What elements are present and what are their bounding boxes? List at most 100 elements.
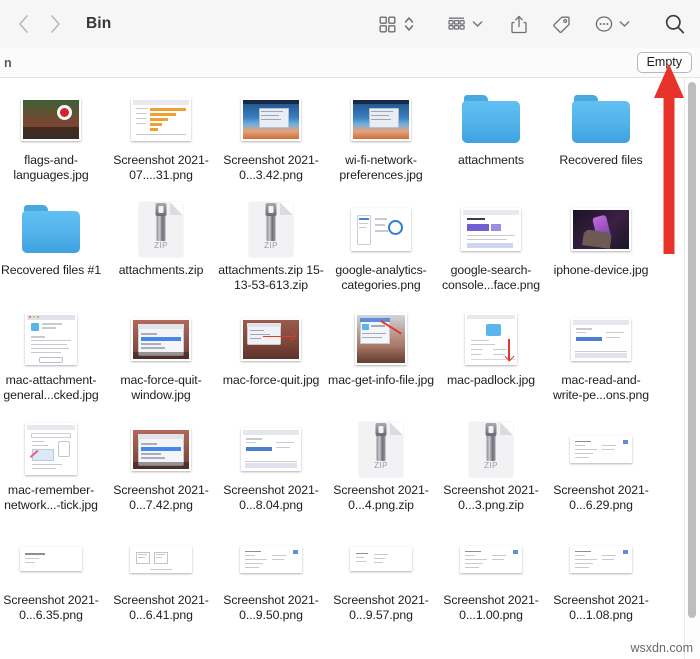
grid-view-icon — [379, 16, 396, 33]
file-item[interactable]: ZIP Screenshot 2021-0...3.png.zip — [436, 416, 546, 526]
group-items-button[interactable] — [447, 16, 483, 33]
file-label: Screenshot 2021-0...4.png.zip — [333, 483, 429, 512]
file-label: Screenshot 2021-0...6.41.png — [113, 593, 209, 622]
file-thumbnail: ZIP — [106, 196, 216, 262]
file-item[interactable]: ZIP Screenshot 2021-0...4.png.zip — [326, 416, 436, 526]
icon-view-button[interactable] — [379, 15, 414, 33]
file-thumbnail — [326, 86, 436, 152]
screenshot-thumbnail — [25, 313, 77, 365]
file-item[interactable]: Screenshot 2021-0...8.04.png — [216, 416, 326, 526]
watermark: wsxdn.com — [630, 641, 693, 655]
file-thumbnail — [326, 526, 436, 592]
file-thumbnail — [326, 306, 436, 372]
file-item[interactable]: mac-get-info-file.jpg — [326, 306, 436, 416]
file-thumbnail — [0, 306, 106, 372]
file-item[interactable]: mac-padlock.jpg — [436, 306, 546, 416]
file-thumbnail — [216, 526, 326, 592]
empty-bin-button[interactable]: Empty — [636, 52, 692, 73]
file-item[interactable]: Screenshot 2021-0...9.50.png — [216, 526, 326, 636]
file-item[interactable]: wi-fi-network-preferences.jpg — [326, 86, 436, 196]
file-thumbnail: ZIP — [326, 416, 436, 482]
file-label: Screenshot 2021-0...1.00.png — [443, 593, 539, 622]
path-status-bar: n Empty — [0, 48, 700, 78]
file-item[interactable]: Screenshot 2021-0...6.29.png — [546, 416, 656, 526]
search-icon — [664, 13, 686, 35]
file-thumbnail — [216, 306, 326, 372]
file-item[interactable]: Screenshot 2021-07....31.png — [106, 86, 216, 196]
file-item[interactable]: Screenshot 2021-0...3.42.png — [216, 86, 326, 196]
file-thumbnail — [546, 526, 656, 592]
file-item[interactable]: ZIP attachments.zip — [106, 196, 216, 306]
file-thumbnail — [436, 196, 546, 262]
file-label: mac-force-quit-window.jpg — [120, 373, 202, 402]
file-item[interactable]: mac-remember-network...-tick.jpg — [0, 416, 106, 526]
vertical-scrollbar[interactable] — [688, 82, 696, 618]
file-item[interactable]: Screenshot 2021-0...9.57.png — [326, 526, 436, 636]
file-item[interactable]: google-analytics-categories.png — [326, 196, 436, 306]
tags-button[interactable] — [552, 15, 571, 34]
file-thumbnail — [216, 86, 326, 152]
file-thumbnail — [546, 86, 656, 152]
file-item[interactable]: iphone-device.jpg — [546, 196, 656, 306]
file-thumbnail: ZIP — [216, 196, 326, 262]
forward-icon[interactable] — [46, 15, 64, 33]
file-thumbnail — [546, 196, 656, 262]
file-item[interactable]: Screenshot 2021-0...1.08.png — [546, 526, 656, 636]
file-item[interactable]: Screenshot 2021-0...6.35.png — [0, 526, 106, 636]
file-item[interactable]: mac-read-and-write-pe...ons.png — [546, 306, 656, 416]
screenshot-thumbnail — [241, 97, 301, 141]
folder-icon — [572, 95, 630, 143]
file-item[interactable]: Screenshot 2021-0...6.41.png — [106, 526, 216, 636]
file-item[interactable]: flags-and-languages.jpg — [0, 86, 106, 196]
file-label: iphone-device.jpg — [553, 263, 649, 277]
toolbar-buttons — [379, 13, 686, 35]
file-label: Screenshot 2021-0...6.29.png — [553, 483, 649, 512]
file-thumbnail — [106, 86, 216, 152]
subbar-label: n — [4, 55, 12, 70]
file-label: mac-remember-network...-tick.jpg — [4, 483, 98, 512]
file-label: google-search-console...face.png — [441, 263, 540, 292]
share-button[interactable] — [511, 15, 527, 34]
more-options-button[interactable] — [595, 15, 630, 33]
file-thumbnail — [326, 196, 436, 262]
file-thumbnail — [0, 196, 106, 262]
file-thumbnail — [106, 526, 216, 592]
file-label: mac-attachment-general...cked.jpg — [3, 373, 99, 402]
file-item[interactable]: Screenshot 2021-0...1.00.png — [436, 526, 546, 636]
document-thumbnail — [461, 207, 521, 251]
chevron-down-icon[interactable] — [472, 20, 483, 28]
zip-file-icon: ZIP — [249, 201, 293, 257]
file-thumbnail: ZIP — [436, 416, 546, 482]
document-thumbnail — [130, 545, 192, 573]
screenshot-thumbnail — [355, 313, 407, 365]
file-label: mac-force-quit.jpg — [222, 373, 320, 387]
file-thumbnail — [0, 86, 106, 152]
file-label: wi-fi-network-preferences.jpg — [339, 153, 423, 182]
file-item[interactable]: mac-attachment-general...cked.jpg — [0, 306, 106, 416]
photo-thumbnail — [571, 207, 631, 251]
file-label: Screenshot 2021-0...3.png.zip — [443, 483, 539, 512]
zip-file-icon: ZIP — [139, 201, 183, 257]
file-label: Screenshot 2021-0...7.42.png — [113, 483, 209, 512]
file-item[interactable]: mac-force-quit-window.jpg — [106, 306, 216, 416]
back-icon[interactable] — [14, 15, 32, 33]
file-item[interactable]: Screenshot 2021-0...7.42.png — [106, 416, 216, 526]
file-item[interactable]: Recovered files #1 — [0, 196, 106, 306]
document-thumbnail — [350, 547, 412, 571]
toolbar: Bin — [0, 0, 700, 48]
folder-icon — [462, 95, 520, 143]
file-item[interactable]: Recovered files — [546, 86, 656, 196]
chevron-down-icon-2[interactable] — [619, 20, 630, 28]
file-label: mac-padlock.jpg — [446, 373, 536, 387]
file-item[interactable]: attachments — [436, 86, 546, 196]
file-item[interactable]: google-search-console...face.png — [436, 196, 546, 306]
file-item[interactable]: ZIP attachments.zip 15-13-53-613.zip — [216, 196, 326, 306]
file-label: Screenshot 2021-0...1.08.png — [553, 593, 649, 622]
sort-updown-icon[interactable] — [404, 15, 414, 33]
search-button[interactable] — [664, 13, 686, 35]
file-item[interactable]: mac-force-quit.jpg — [216, 306, 326, 416]
screenshot-thumbnail — [131, 427, 191, 471]
file-label: flags-and-languages.jpg — [13, 153, 89, 182]
file-thumbnail — [0, 416, 106, 482]
window-title: Bin — [86, 15, 112, 32]
